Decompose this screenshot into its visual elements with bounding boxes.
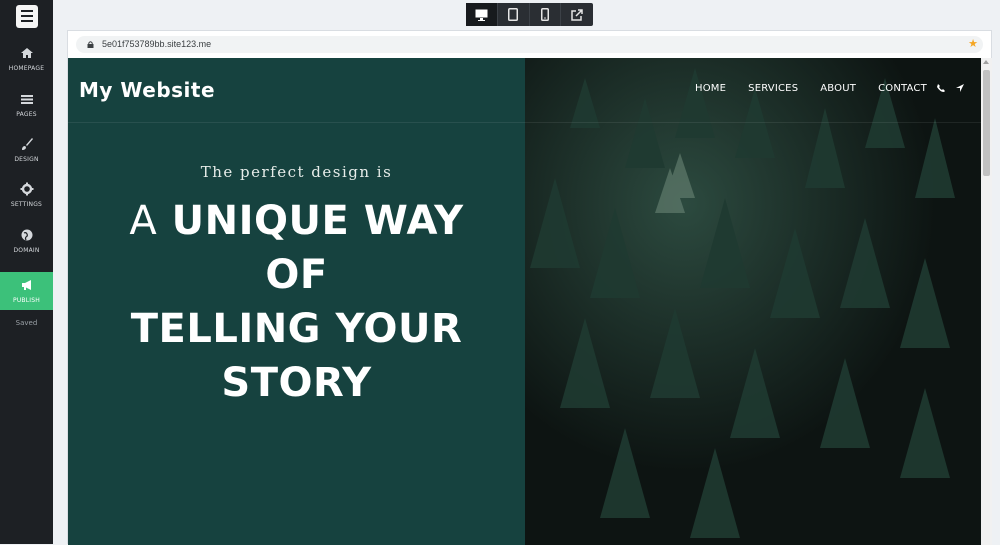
headline-bold-words: UNIQUE WAY	[171, 198, 464, 244]
headline-line-4: STORY	[221, 360, 372, 406]
nav-home[interactable]: HOME	[695, 83, 726, 94]
headline-line-3: TELLING YOUR	[130, 306, 463, 352]
mobile-view-button[interactable]	[530, 3, 562, 26]
headline-light-word: A	[129, 198, 158, 244]
sidebar-item-label: HOMEPAGE	[8, 65, 45, 72]
site-title[interactable]: My Website	[79, 78, 215, 102]
website-preview: My Website HOME SERVICES ABOUT CONTACT T…	[68, 58, 981, 545]
bookmark-star-icon[interactable]: ★	[968, 37, 978, 50]
publish-button[interactable]: PUBLISH	[0, 272, 53, 310]
mobile-icon	[540, 8, 549, 21]
desktop-view-button[interactable]	[466, 3, 498, 26]
location-arrow-icon[interactable]	[955, 83, 965, 93]
preview-frame: 5e01f753789bb.site123.me ★ My Website HO…	[67, 30, 992, 545]
hero-headline: A UNIQUE WAY OF TELLING YOUR STORY	[68, 194, 525, 410]
sidebar-item-label: PAGES	[16, 111, 37, 118]
site123-logo[interactable]	[16, 5, 38, 28]
headline-line-1: A UNIQUE WAY	[68, 194, 525, 248]
sidebar-item-label: DOMAIN	[13, 247, 40, 254]
sidebar-item-label: DESIGN	[14, 156, 39, 163]
nav-services[interactable]: SERVICES	[748, 83, 798, 94]
device-preview-toolbar	[466, 3, 593, 26]
brush-icon	[21, 138, 33, 150]
globe-icon	[21, 229, 32, 241]
tablet-icon	[508, 8, 519, 21]
editor-sidebar: HOMEPAGE PAGES DESIGN SETTINGS DOMAIN PU…	[0, 0, 53, 544]
scroll-thumb[interactable]	[983, 70, 990, 176]
megaphone-icon	[21, 280, 31, 290]
nav-contact[interactable]: CONTACT	[878, 83, 927, 94]
sidebar-item-design[interactable]: DESIGN	[0, 131, 53, 169]
url-text: 5e01f753789bb.site123.me	[102, 39, 212, 49]
sidebar-item-label: PUBLISH	[13, 297, 40, 304]
sidebar-item-settings[interactable]: SETTINGS	[0, 176, 53, 214]
sidebar-item-pages[interactable]: PAGES	[0, 86, 53, 124]
sidebar-item-domain[interactable]: DOMAIN	[0, 222, 53, 260]
nav-about[interactable]: ABOUT	[820, 83, 856, 94]
header-divider	[68, 122, 981, 123]
forest-image	[525, 58, 981, 545]
preview-scrollbar[interactable]	[981, 58, 992, 545]
gear-icon	[20, 182, 33, 196]
open-preview-button[interactable]	[561, 3, 593, 26]
address-bar[interactable]: 5e01f753789bb.site123.me ★	[76, 36, 983, 53]
phone-icon[interactable]	[936, 83, 946, 93]
hero-tagline: The perfect design is	[200, 163, 393, 181]
site-nav: HOME SERVICES ABOUT CONTACT	[695, 83, 927, 94]
headline-line-2: OF	[265, 252, 328, 298]
tablet-view-button[interactable]	[498, 3, 530, 26]
save-status: Saved	[15, 319, 38, 327]
sidebar-item-homepage[interactable]: HOMEPAGE	[0, 40, 53, 78]
scroll-up-arrow-icon[interactable]	[983, 60, 989, 64]
home-icon	[20, 48, 33, 58]
sidebar-item-label: SETTINGS	[10, 201, 43, 208]
lock-icon	[87, 41, 94, 48]
external-link-icon	[571, 8, 583, 21]
forest-hero-image	[525, 58, 981, 545]
desktop-icon	[475, 9, 488, 21]
pages-icon	[20, 95, 33, 104]
